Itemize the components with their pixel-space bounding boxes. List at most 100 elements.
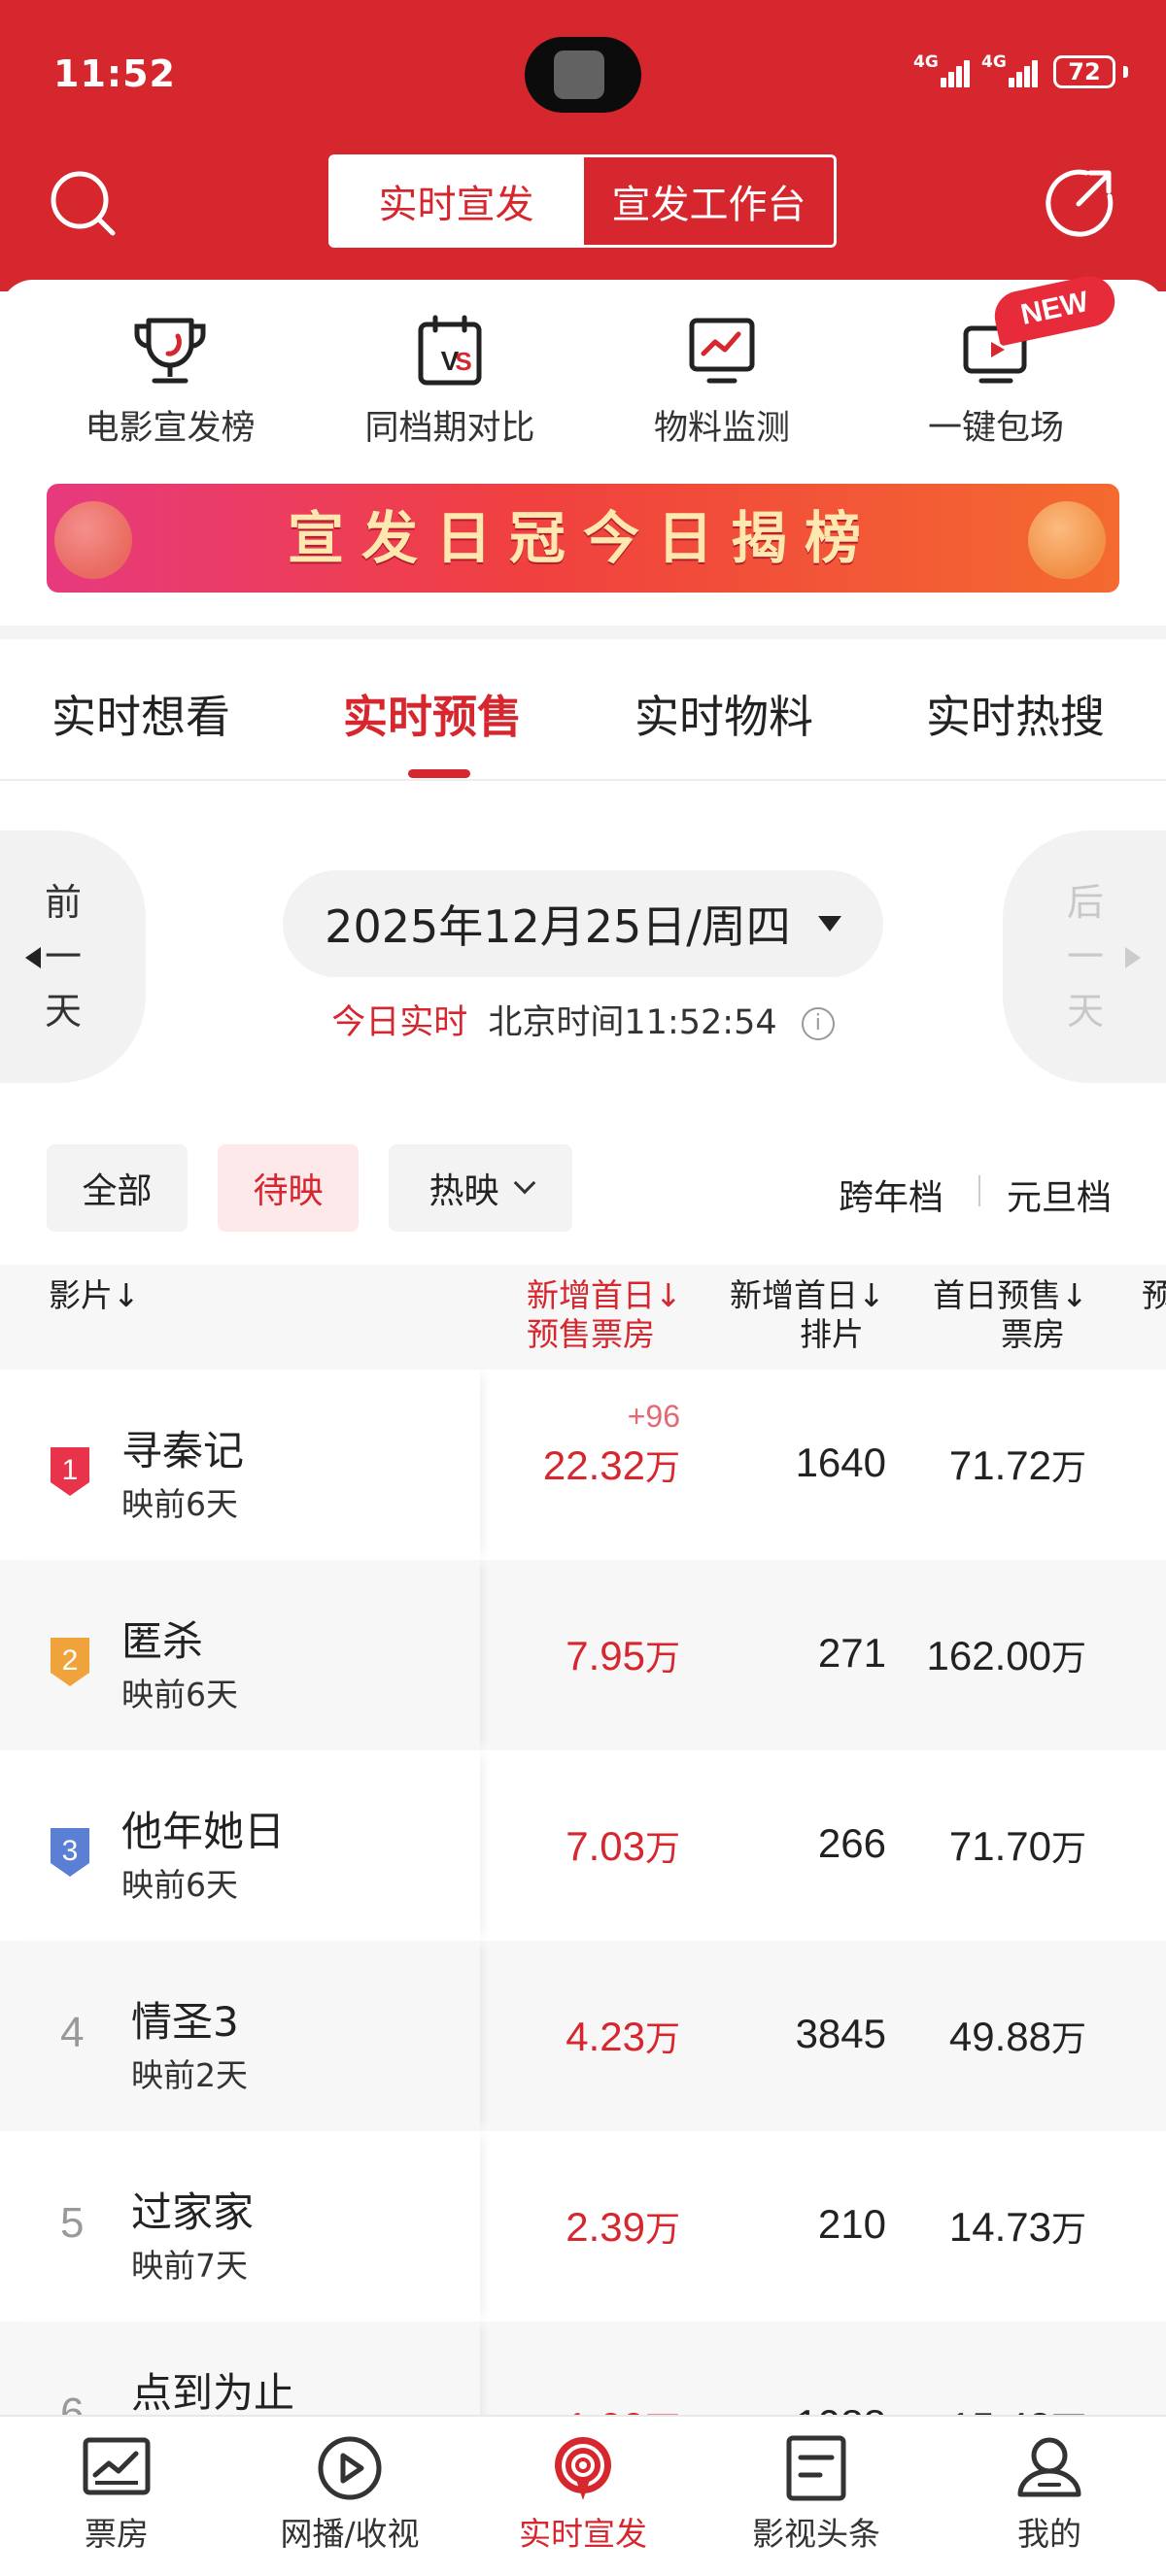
filter-showing[interactable]: 热映	[389, 1144, 572, 1232]
table-row[interactable]: 5 过家家 映前7天 2.39万 210 14.73万	[0, 2131, 1166, 2322]
date-picker[interactable]: 2025年12月25日/周四	[283, 870, 883, 977]
arrow-left-icon	[25, 947, 41, 968]
movie-title: 点到为止	[131, 2369, 295, 2417]
col-first-day-presale-header[interactable]: 首日预售↓	[933, 1276, 1088, 1315]
tab-realtime-hot-search[interactable]: 实时热搜	[926, 682, 1105, 746]
beijing-time: 北京时间11:52:54	[488, 1003, 777, 1042]
header-segment: 实时宣发 宣发工作台	[328, 154, 837, 248]
nav-box-office[interactable]: 票房	[0, 2434, 233, 2555]
search-icon[interactable]	[47, 167, 120, 241]
tab-realtime-presale[interactable]: 实时预售	[343, 682, 522, 746]
nav-mine[interactable]: 我的	[933, 2434, 1166, 2555]
promo-banner[interactable]: 宣发日冠今日揭榜	[47, 484, 1119, 593]
movie-title: 寻秦记	[121, 1427, 245, 1474]
vs-calendar-icon: VS	[418, 315, 482, 386]
table-row[interactable]: 2 匿杀 映前6天 7.95万 271 162.00万	[0, 1560, 1166, 1750]
nav-film-headlines[interactable]: 影视头条	[700, 2434, 933, 2555]
new-screenings: 266	[817, 1820, 886, 1866]
new-presale-value: 2.39万	[566, 2204, 680, 2250]
movie-days-to-release: 映前7天	[131, 2247, 248, 2285]
date-text: 2025年12月25日/周四	[325, 900, 791, 953]
new-presale-value: 22.32万	[542, 1442, 680, 1488]
rank-badge-icon: 3	[51, 1828, 89, 1877]
user-icon	[1017, 2437, 1081, 2497]
col-first-day-presale-header-line2: 票房	[1001, 1315, 1065, 1353]
caret-down-icon	[817, 916, 841, 932]
battery-icon: 72	[1053, 55, 1115, 88]
realtime-info: 今日实时 北京时间11:52:54 i	[0, 995, 1166, 1044]
signal-icon: 4G	[913, 52, 974, 91]
new-presale-value: 7.03万	[566, 1823, 680, 1869]
season-new-year-eve[interactable]: 跨年档	[839, 1169, 943, 1220]
nav-label: 我的	[1017, 2515, 1081, 2553]
new-screenings: 210	[817, 2201, 886, 2247]
tab-realtime-material[interactable]: 实时物料	[634, 682, 813, 746]
tool-label: 物料监测	[653, 409, 790, 448]
news-icon	[786, 2435, 846, 2501]
rank-badge-icon: 2	[51, 1638, 89, 1686]
rank-badge-icon: 1	[51, 1447, 89, 1496]
movie-days-to-release: 映前6天	[121, 1866, 238, 1904]
segment-realtime-promo[interactable]: 实时宣发	[331, 157, 581, 245]
movie-days-to-release: 映前6天	[121, 1676, 238, 1713]
rank-number: 5	[60, 2199, 85, 2247]
filter-upcoming[interactable]: 待映	[218, 1144, 359, 1232]
nav-realtime-promo[interactable]: 实时宣发	[466, 2434, 700, 2555]
prev-day-button[interactable]: 前 一 天	[0, 830, 146, 1083]
new-screenings: 271	[817, 1630, 886, 1676]
camera-island	[525, 37, 641, 113]
first-day-presale: 14.73万	[948, 2204, 1086, 2250]
nav-label: 影视头条	[752, 2515, 880, 2553]
col-film-header[interactable]: 影片↓	[49, 1276, 140, 1315]
first-day-presale: 71.72万	[948, 1442, 1086, 1488]
tool-one-click-booking[interactable]: 一键包场	[879, 315, 1113, 450]
monitor-chart-icon	[689, 318, 755, 384]
movie-title: 他年她日	[121, 1808, 286, 1855]
table-row[interactable]: 4 情圣3 映前2天 4.23万 3845 49.88万	[0, 1941, 1166, 2131]
banner-title: 宣发日冠今日揭榜	[287, 505, 878, 571]
tab-indicator	[408, 769, 470, 778]
col-new-screenings-header-line2: 排片	[800, 1315, 864, 1353]
share-icon[interactable]	[1044, 165, 1117, 239]
tool-label: 同档期对比	[364, 409, 535, 448]
tool-material-monitor[interactable]: 物料监测	[605, 315, 839, 450]
col-new-presale-header-line2: 预售票房	[527, 1315, 655, 1353]
section-divider	[0, 626, 1166, 639]
movie-title: 匿杀	[121, 1617, 204, 1665]
tool-label: 电影宣发榜	[85, 409, 256, 448]
broadcast-icon	[555, 2437, 611, 2500]
filter-all[interactable]: 全部	[47, 1144, 188, 1232]
realtime-label: 今日实时	[331, 1003, 468, 1042]
svg-text:2: 2	[62, 1644, 79, 1677]
chevron-down-icon	[513, 1171, 535, 1195]
table-row[interactable]: 1 寻秦记 映前6天 +96 22.32万 1640 71.72万	[0, 1370, 1166, 1560]
nav-label: 网播/收视	[280, 2515, 420, 2553]
rank-number: 4	[60, 2009, 85, 2056]
tool-movie-promo-rank[interactable]: 电影宣发榜	[53, 315, 287, 450]
next-day-button[interactable]: 后 一 天	[1003, 830, 1166, 1083]
bottom-navigation: 票房 网播/收视 实时宣发 影视头条 我的	[0, 2415, 1166, 2576]
season-new-year-day[interactable]: 元旦档	[1007, 1169, 1112, 1220]
nav-streaming-ratings[interactable]: 网播/收视	[233, 2434, 466, 2555]
realtime-tabs: 实时想看 实时预售 实时物料 实时热搜	[0, 641, 1166, 781]
play-icon	[318, 2436, 382, 2500]
table-header: 影片↓ 新增首日↓ 预售票房 新增首日↓ 排片 首日预售↓ 票房 预	[0, 1265, 1166, 1370]
nav-label: 实时宣发	[519, 2515, 647, 2553]
col-new-screenings-header[interactable]: 新增首日↓	[730, 1276, 885, 1315]
presale-delta: +96	[627, 1399, 680, 1434]
new-screenings: 3845	[795, 2011, 886, 2056]
movie-days-to-release: 映前6天	[121, 1485, 238, 1523]
signal-icon: 4G	[981, 52, 1042, 91]
tool-same-period-compare[interactable]: VS 同档期对比	[333, 315, 566, 450]
movie-days-to-release: 映前2天	[131, 2056, 248, 2094]
info-icon[interactable]: i	[801, 1007, 835, 1040]
segment-promo-workbench[interactable]: 宣发工作台	[581, 157, 834, 245]
col-new-presale-header[interactable]: 新增首日↓	[527, 1276, 682, 1315]
table-row[interactable]: 3 他年她日 映前6天 7.03万 266 71.70万	[0, 1750, 1166, 1941]
tool-label: 一键包场	[927, 409, 1064, 448]
tab-realtime-want[interactable]: 实时想看	[51, 682, 230, 746]
chart-icon	[83, 2437, 151, 2495]
status-indicators: 4G 4G 72	[913, 52, 1128, 91]
svg-text:1: 1	[62, 1454, 79, 1486]
svg-text:3: 3	[62, 1835, 79, 1867]
